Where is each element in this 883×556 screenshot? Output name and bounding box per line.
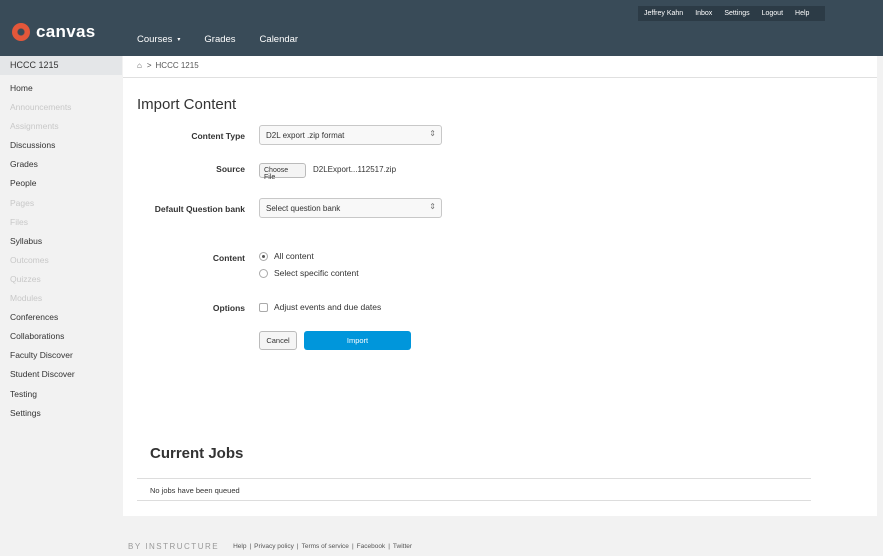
- adjust-dates-option[interactable]: Adjust events and due dates: [259, 302, 381, 312]
- adjust-dates-label: Adjust events and due dates: [274, 302, 382, 312]
- checkbox-icon[interactable]: [259, 302, 268, 312]
- main-nav: Courses ▾ Grades Calendar: [137, 34, 322, 45]
- radio-specific-content[interactable]: Select specific content: [259, 268, 359, 278]
- choose-file-button[interactable]: Choose File: [259, 163, 306, 181]
- radio-checked-icon[interactable]: [259, 251, 268, 261]
- source-label: Source: [216, 164, 245, 174]
- sidebar-item-student-discover[interactable]: Student Discover: [0, 365, 75, 384]
- sidebar-item-collaborations[interactable]: Collaborations: [0, 327, 75, 346]
- breadcrumb-course[interactable]: HCCC 1215: [156, 61, 199, 70]
- page-title: Import Content: [137, 96, 237, 113]
- content-label: Content: [212, 253, 245, 263]
- footer-help-link[interactable]: Help: [233, 543, 246, 550]
- sidebar-item-home[interactable]: Home: [0, 79, 75, 98]
- footer-twitter-link[interactable]: Twitter: [393, 543, 412, 550]
- options-label: Options: [212, 303, 245, 313]
- footer-separator: |: [351, 543, 354, 550]
- footer-facebook-link[interactable]: Facebook: [357, 543, 386, 550]
- nav-courses-label: Courses: [137, 34, 173, 45]
- radio-specific-content-label: Select specific content: [274, 268, 359, 278]
- chevron-down-icon: ▾: [177, 37, 181, 43]
- logout-link[interactable]: Logout: [762, 10, 783, 17]
- nav-grades[interactable]: Grades: [204, 34, 235, 45]
- current-jobs-title: Current Jobs: [150, 445, 244, 462]
- canvas-logo[interactable]: canvas: [12, 22, 95, 42]
- question-bank-value: Select question bank: [266, 204, 341, 213]
- global-header: canvas Courses ▾ Grades Calendar Jeffrey…: [0, 0, 883, 56]
- logo-text: canvas: [36, 22, 96, 41]
- nav-calendar[interactable]: Calendar: [260, 34, 299, 45]
- inbox-link[interactable]: Inbox: [695, 10, 712, 17]
- footer-privacy-link[interactable]: Privacy policy: [254, 543, 294, 550]
- radio-all-content-label: All content: [274, 251, 314, 261]
- breadcrumb: ⌂ > HCCC 1215: [137, 61, 199, 70]
- breadcrumb-divider: [123, 77, 877, 78]
- sidebar-item-syllabus[interactable]: Syllabus: [0, 232, 75, 251]
- footer-separator: |: [249, 543, 252, 550]
- import-button[interactable]: Import: [304, 331, 411, 350]
- content-type-select[interactable]: D2L export .zip format ⇕: [259, 125, 442, 145]
- sidebar-item-announcements[interactable]: Announcements: [0, 98, 75, 117]
- sidebar-item-people[interactable]: People: [0, 174, 75, 193]
- sidebar-course-code[interactable]: HCCC 1215: [10, 60, 59, 70]
- instructure-brand[interactable]: BY INSTRUCTURE: [128, 542, 219, 551]
- jobs-divider-bottom: [137, 500, 811, 501]
- cancel-button[interactable]: Cancel: [259, 331, 297, 350]
- sidebar-item-files[interactable]: Files: [0, 213, 75, 232]
- footer: BY INSTRUCTURE Help | Privacy policy | T…: [128, 542, 412, 551]
- selected-file-name: D2LExport...112517.zip: [313, 165, 397, 174]
- canvas-logo-icon: [12, 23, 30, 41]
- question-bank-select[interactable]: Select question bank ⇕: [259, 198, 442, 218]
- sidebar-item-quizzes[interactable]: Quizzes: [0, 270, 75, 289]
- content-type-label: Content Type: [191, 131, 245, 141]
- jobs-divider-top: [137, 478, 811, 479]
- user-name-link[interactable]: Jeffrey Kahn: [644, 10, 683, 17]
- question-bank-label: Default Question bank: [154, 204, 245, 214]
- main-content: ⌂ > HCCC 1215 Import Content Content Typ…: [123, 56, 877, 516]
- content-type-value: D2L export .zip format: [266, 131, 345, 140]
- breadcrumb-separator: >: [146, 61, 152, 70]
- footer-terms-link[interactable]: Terms of service: [302, 543, 349, 550]
- select-arrows-icon: ⇕: [429, 129, 436, 138]
- sidebar-item-testing[interactable]: Testing: [0, 385, 75, 404]
- help-link[interactable]: Help: [795, 10, 809, 17]
- jobs-empty-message: No jobs have been queued: [150, 486, 240, 495]
- radio-unchecked-icon[interactable]: [259, 268, 268, 278]
- home-icon[interactable]: ⌂: [137, 61, 142, 70]
- settings-link[interactable]: Settings: [724, 10, 749, 17]
- sidebar-item-faculty-discover[interactable]: Faculty Discover: [0, 346, 75, 365]
- footer-separator: |: [388, 543, 390, 550]
- sidebar-item-settings[interactable]: Settings: [0, 404, 75, 423]
- select-arrows-icon: ⇕: [429, 202, 436, 211]
- nav-courses[interactable]: Courses ▾: [137, 34, 180, 45]
- footer-separator: |: [296, 543, 299, 550]
- radio-all-content[interactable]: All content: [259, 251, 314, 261]
- user-nav: Jeffrey Kahn Inbox Settings Logout Help: [638, 6, 826, 21]
